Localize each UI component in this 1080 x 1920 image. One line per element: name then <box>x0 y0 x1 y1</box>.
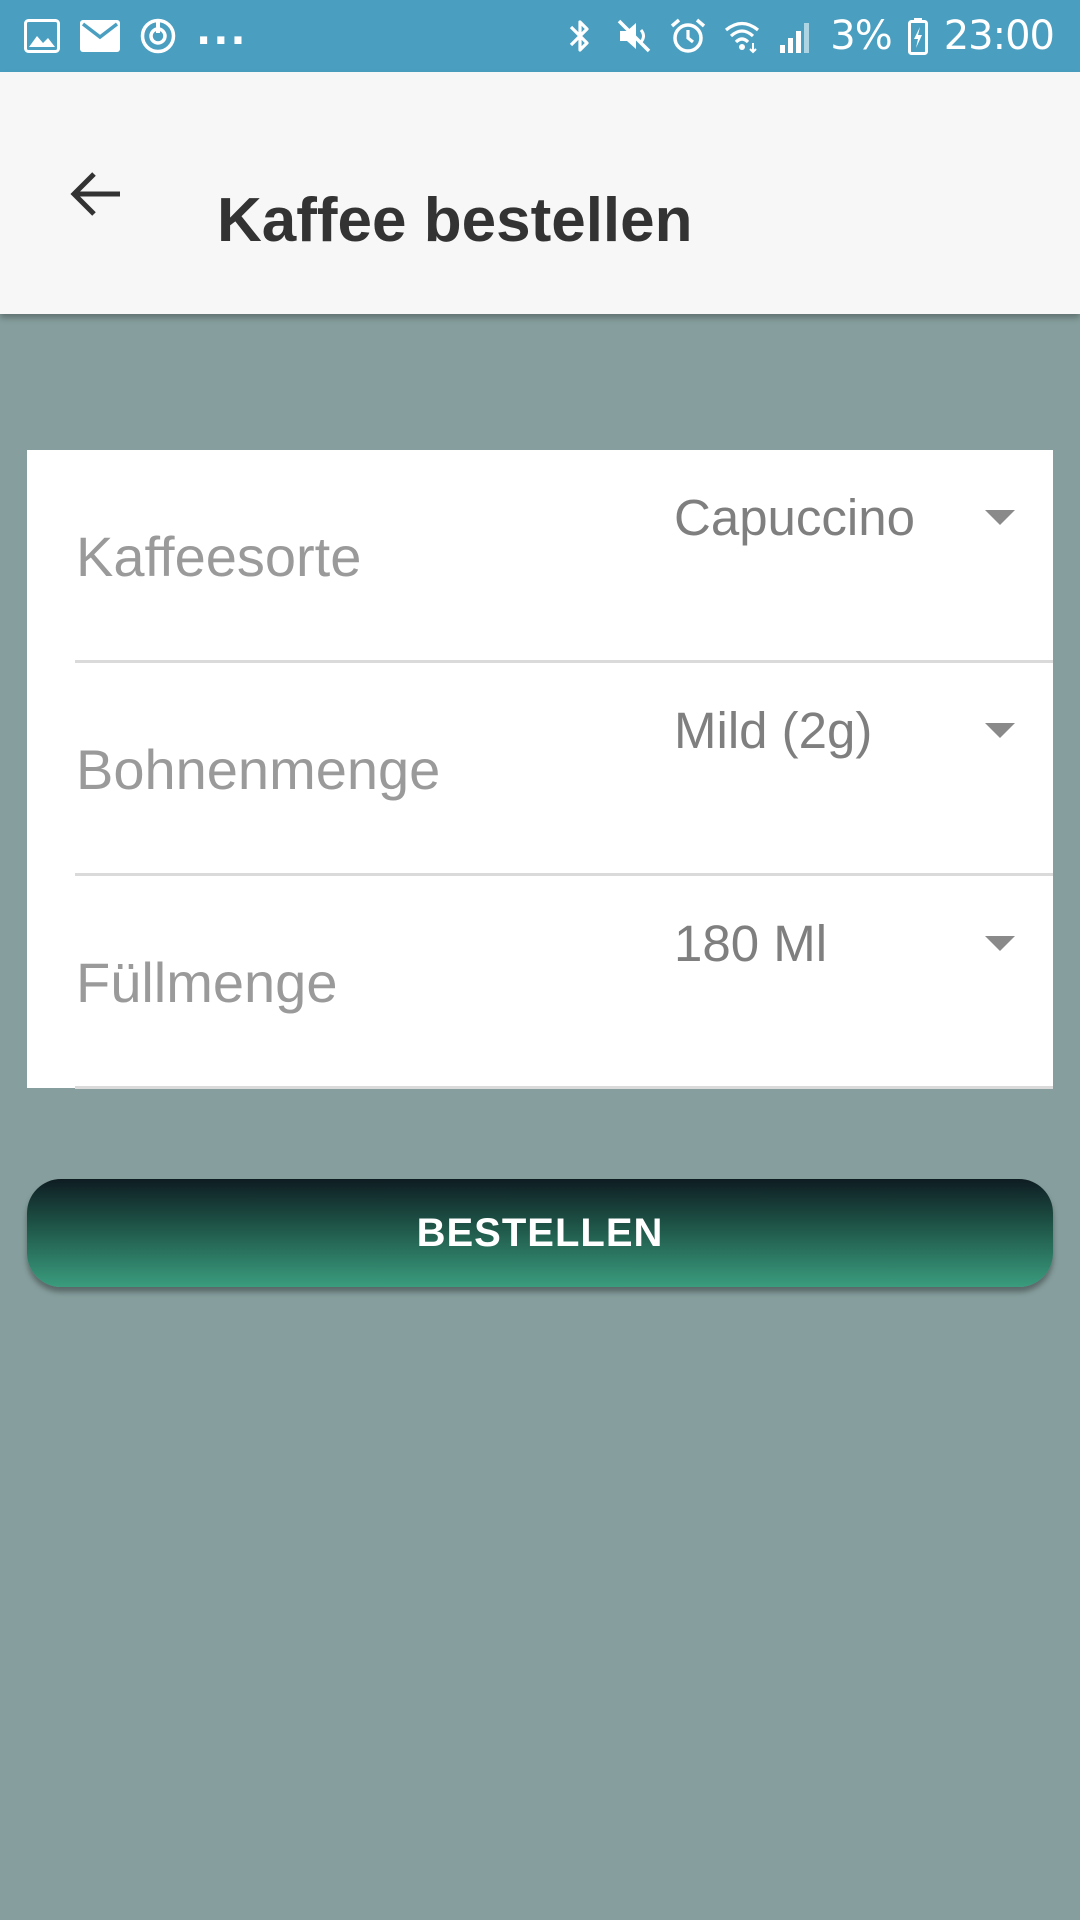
order-form-card: Kaffeesorte Capuccino Bohnenmenge Mild (… <box>27 450 1053 1089</box>
battery-percent: 3% <box>830 13 892 59</box>
notification-overflow: ... <box>196 8 248 54</box>
fill-amount-value: 180 Ml <box>674 915 828 972</box>
order-button-label: BESTELLEN <box>416 1210 664 1255</box>
dropdown-arrow-icon <box>985 723 1015 738</box>
wifi-icon <box>722 16 762 56</box>
coffee-type-value: Capuccino <box>674 489 915 546</box>
dropdown-arrow-icon <box>985 510 1015 525</box>
status-bar-notifications: ... <box>22 0 248 72</box>
form-row-bean-amount: Bohnenmenge Mild (2g) <box>27 663 1053 876</box>
clock: 23:00 <box>943 13 1055 59</box>
sync-icon <box>138 16 178 56</box>
coffee-type-label: Kaffeesorte <box>76 525 362 588</box>
bluetooth-icon <box>560 16 600 56</box>
app-bar: Kaffee bestellen <box>0 72 1080 314</box>
back-button[interactable] <box>56 160 136 232</box>
status-bar-system: 3% 23:00 <box>560 0 1055 72</box>
signal-icon <box>776 16 816 56</box>
order-button[interactable]: BESTELLEN <box>27 1179 1053 1287</box>
fill-amount-select[interactable]: 180 Ml <box>647 876 1053 1026</box>
page-title: Kaffee bestellen <box>217 186 693 255</box>
bean-amount-value: Mild (2g) <box>674 702 873 759</box>
form-row-coffee-type: Kaffeesorte Capuccino <box>27 450 1053 663</box>
mute-icon <box>614 16 654 56</box>
fill-amount-label: Füllmenge <box>76 951 338 1014</box>
battery-icon <box>906 16 930 56</box>
arrow-left-icon <box>70 171 122 222</box>
gallery-icon <box>22 16 62 56</box>
status-bar: ... 3% 23:00 <box>0 0 1080 72</box>
dropdown-arrow-icon <box>985 936 1015 951</box>
email-icon <box>80 16 120 56</box>
bean-amount-label: Bohnenmenge <box>76 738 441 801</box>
bean-amount-select[interactable]: Mild (2g) <box>647 663 1053 813</box>
divider <box>75 1086 1053 1089</box>
coffee-type-select[interactable]: Capuccino <box>647 450 1053 600</box>
alarm-icon <box>668 16 708 56</box>
form-row-fill-amount: Füllmenge 180 Ml <box>27 876 1053 1089</box>
